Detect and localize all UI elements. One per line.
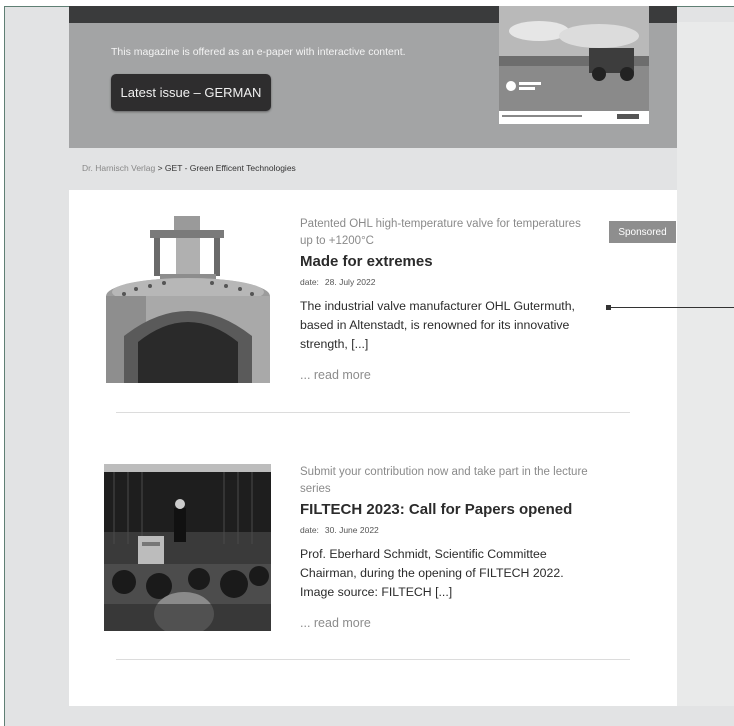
- date-label: date:: [300, 277, 319, 287]
- article-text: Patented OHL high-temperature valve for …: [300, 216, 590, 382]
- article-excerpt: Prof. Eberhard Schmidt, Scientific Commi…: [300, 547, 564, 599]
- article-excerpt: The industrial valve manufacturer OHL Gu…: [300, 299, 575, 351]
- article-thumbnail-valve[interactable]: [104, 216, 271, 383]
- valve-image: [104, 216, 271, 383]
- read-more-link[interactable]: ... read more: [300, 368, 590, 382]
- date-value: 28. July 2022: [324, 277, 376, 287]
- date-value: 30. June 2022: [324, 525, 379, 535]
- article-subtitle: Patented OHL high-temperature valve for …: [300, 218, 581, 247]
- conference-image: [104, 464, 271, 631]
- right-sidebar: [677, 22, 734, 706]
- article-subtitle: Submit your contribution now and take pa…: [300, 466, 588, 495]
- breadcrumb-separator: >: [155, 163, 165, 173]
- article-text: Submit your contribution now and take pa…: [300, 464, 590, 630]
- article-divider: [116, 412, 630, 413]
- magazine-cover-image[interactable]: [499, 6, 649, 124]
- epaper-banner: This magazine is offered as an e-paper w…: [69, 6, 677, 148]
- article-divider: [116, 659, 630, 660]
- article-title-link[interactable]: FILTECH 2023: Call for Papers opened: [300, 501, 590, 518]
- article-date: date: 28. July 2022: [300, 277, 590, 287]
- annotation-pointer-dot: [606, 305, 611, 310]
- read-more-link[interactable]: ... read more: [300, 616, 590, 630]
- date-label: date:: [300, 525, 319, 535]
- article-thumbnail-conference[interactable]: [104, 464, 271, 631]
- breadcrumb-current[interactable]: GET - Green Efficent Technologies: [165, 163, 296, 173]
- epaper-notice: This magazine is offered as an e-paper w…: [111, 46, 406, 58]
- breadcrumb: Dr. Harnisch Verlag > GET - Green Effice…: [82, 163, 296, 173]
- breadcrumb-publisher-link[interactable]: Dr. Harnisch Verlag: [82, 163, 155, 173]
- article-title-link[interactable]: Made for extremes: [300, 253, 590, 270]
- sponsored-badge: Sponsored: [609, 221, 676, 243]
- article-list: Sponsored Patented OHL high-temperature …: [69, 190, 677, 706]
- annotation-pointer-line: [608, 307, 734, 308]
- article-date: date: 30. June 2022: [300, 525, 590, 535]
- latest-issue-button[interactable]: Latest issue – GERMAN: [111, 74, 271, 111]
- cover-illustration: [499, 6, 649, 124]
